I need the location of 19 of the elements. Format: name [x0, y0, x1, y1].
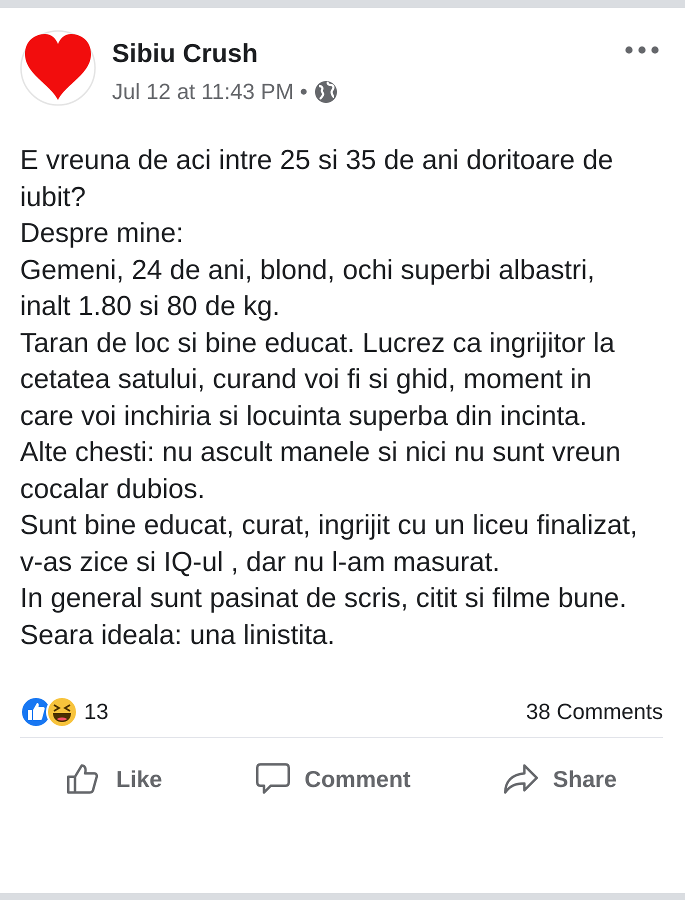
post-text: Alte chesti: nu ascult manele si nici nu sunt vreun cocalar dubios.: [20, 435, 622, 506]
more-options-icon[interactable]: [625, 46, 659, 54]
share-button[interactable]: Share: [492, 755, 627, 803]
author-name[interactable]: Sibiu Crush: [112, 38, 625, 69]
post-text: Despre mine:: [20, 216, 185, 250]
globe-icon: [314, 80, 338, 104]
post-text: In general sunt pasinat de scris, citit si filme bune. Seara ideala: una linistita.: [20, 581, 628, 652]
post-timestamp[interactable]: Jul 12 at 11:43 PM: [112, 79, 294, 105]
post-text: Taran de loc si bine educat. Lucrez ca ingrijitor la cetatea satului, curand voi fi si ghid, moment in care voi inchiria si locuinta superba din incinta.: [20, 326, 616, 433]
comment-button[interactable]: Comment: [244, 755, 421, 803]
post-text: E vreuna de aci intre 25 si 35 de ani doritoare de iubit?: [20, 143, 614, 214]
like-button[interactable]: Like: [56, 755, 172, 803]
post-text: Sunt bine educat, curat, ingrijit cu un liceu finalizat, v-as zice si IQ-ul , dar nu l-am masurat.: [20, 508, 639, 578]
laughing-emoji-icon: [46, 696, 78, 728]
post-text: Gemeni, 24 de ani, blond, ochi superbi albastri, inalt 1.80 si 80 de kg.: [20, 252, 596, 323]
separator-dot: •: [300, 79, 308, 105]
reaction-count[interactable]: 13: [84, 699, 108, 725]
comment-count[interactable]: 38 Comments: [526, 699, 663, 725]
speech-bubble-icon: [254, 761, 290, 797]
